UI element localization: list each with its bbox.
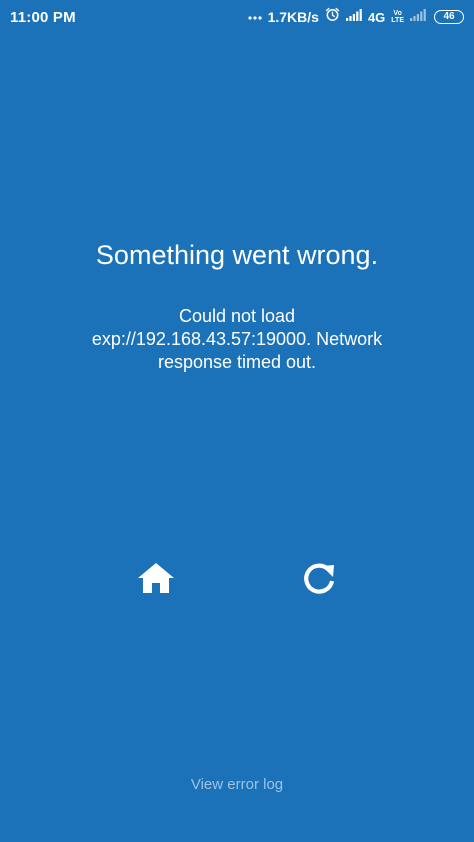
- network-type: 4G: [367, 9, 386, 25]
- home-button[interactable]: [134, 558, 178, 602]
- view-error-log-link[interactable]: View error log: [0, 776, 474, 793]
- status-indicators: 1.7KB/s 4G Vo LTE 46: [247, 7, 464, 27]
- battery-icon: 46: [434, 10, 464, 24]
- battery-level: 46: [443, 11, 455, 22]
- volte-indicator: Vo LTE: [391, 10, 404, 24]
- volte-top: Vo: [393, 10, 402, 17]
- dots-icon: [247, 8, 262, 26]
- home-icon: [136, 561, 176, 600]
- error-screen: 11:00 PM 1.7KB/s 4G Vo LTE 46 Something …: [0, 0, 474, 842]
- reload-button[interactable]: [297, 558, 341, 602]
- reload-icon: [301, 560, 337, 601]
- volte-bottom: LTE: [391, 17, 404, 24]
- signal-icon: [345, 8, 362, 26]
- error-title: Something went wrong.: [95, 240, 379, 270]
- alarm-icon: [325, 7, 340, 27]
- network-speed: 1.7KB/s: [267, 9, 319, 25]
- signal-icon-2: [410, 8, 426, 26]
- error-message: Could not load exp://192.168.43.57:19000…: [91, 306, 383, 372]
- status-bar: 11:00 PM 1.7KB/s 4G Vo LTE 46: [0, 0, 474, 34]
- status-time: 11:00 PM: [10, 8, 76, 26]
